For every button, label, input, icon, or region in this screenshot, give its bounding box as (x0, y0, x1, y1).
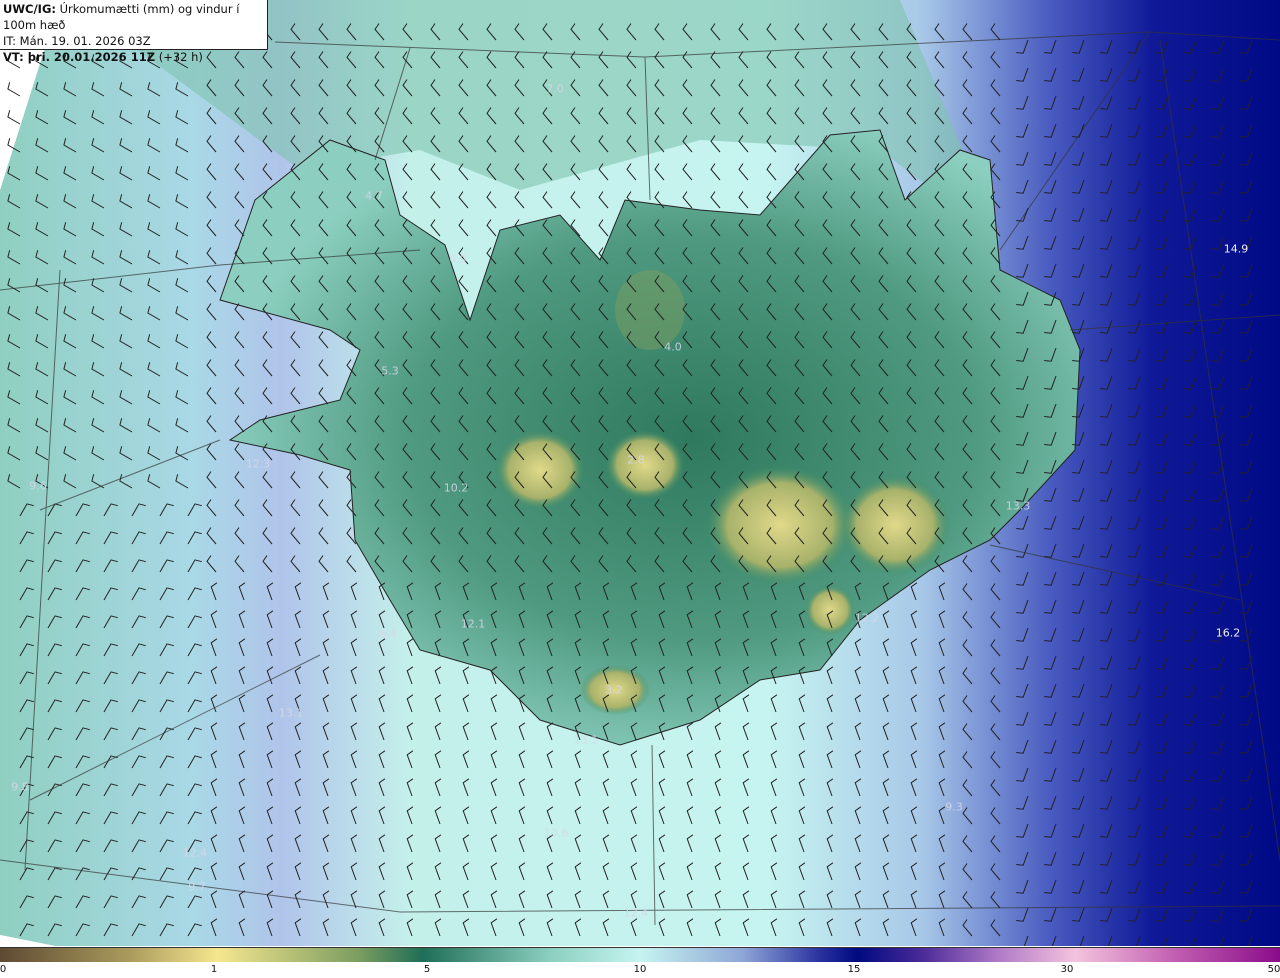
precip-value-label: 3.2 (605, 683, 623, 697)
model-label: UWC/IG: (3, 2, 56, 16)
precip-value-label: 13.1 (573, 733, 599, 747)
precip-value-label: 14.9 (1223, 242, 1249, 256)
precip-value-label: 9.7 (188, 880, 206, 894)
precip-value-label: 6.9 (449, 252, 467, 266)
lead-time: (+32 h) (158, 50, 203, 64)
precip-value-label: 9.6 (29, 479, 47, 493)
precip-value-label: 12.3 (245, 457, 271, 471)
precip-value-label: 16.2 (1215, 626, 1241, 640)
colorbar-tick-label: 50 (1267, 964, 1280, 975)
colorbar-tick-label: 0 (0, 964, 7, 975)
precip-value-label: 9.3 (945, 800, 963, 814)
precip-value-label: 6.4 (379, 627, 397, 641)
precipitation-map[interactable] (0, 0, 1280, 946)
colorbar-tick-label: 1 (210, 964, 218, 975)
precip-value-label: 13.6 (543, 826, 569, 840)
precip-value-label: 4.0 (664, 340, 682, 354)
precip-value-label: 2.8 (627, 453, 645, 467)
precip-value-label: 9.8 (11, 780, 29, 794)
precip-value-label: 10.2 (443, 481, 469, 495)
precip-value-label: 12.1 (460, 617, 486, 631)
colorbar-tick-label: 30 (1060, 964, 1074, 975)
valid-time: VT: þri. 20.01.2026 11Z (3, 50, 156, 64)
map-info-box: UWC/IG: Úrkomumætti (mm) og vindur í 100… (0, 0, 268, 64)
precip-value-label: 12.4 (182, 846, 208, 860)
precip-value-label: 12.4 (623, 906, 649, 920)
precip-value-label: 13.3 (1005, 499, 1031, 513)
precip-value-label: 5.3 (381, 364, 399, 378)
colorbar-tick-label: 15 (847, 964, 861, 975)
colorbar-ticks: 0 1 5 10 15 30 50 (0, 962, 1280, 978)
colorbar-tick-label: 5 (423, 964, 431, 975)
issue-time: IT: Mán. 19. 01. 2026 03Z (3, 34, 151, 48)
precip-value-label: 7.0 (546, 82, 564, 96)
colorbar (0, 947, 1280, 962)
precip-value-label: 4.7 (365, 189, 383, 203)
colorbar-tick-label: 10 (633, 964, 647, 975)
precip-value-label: 12.2 (854, 611, 880, 625)
precip-value-label: 13.1 (278, 706, 304, 720)
